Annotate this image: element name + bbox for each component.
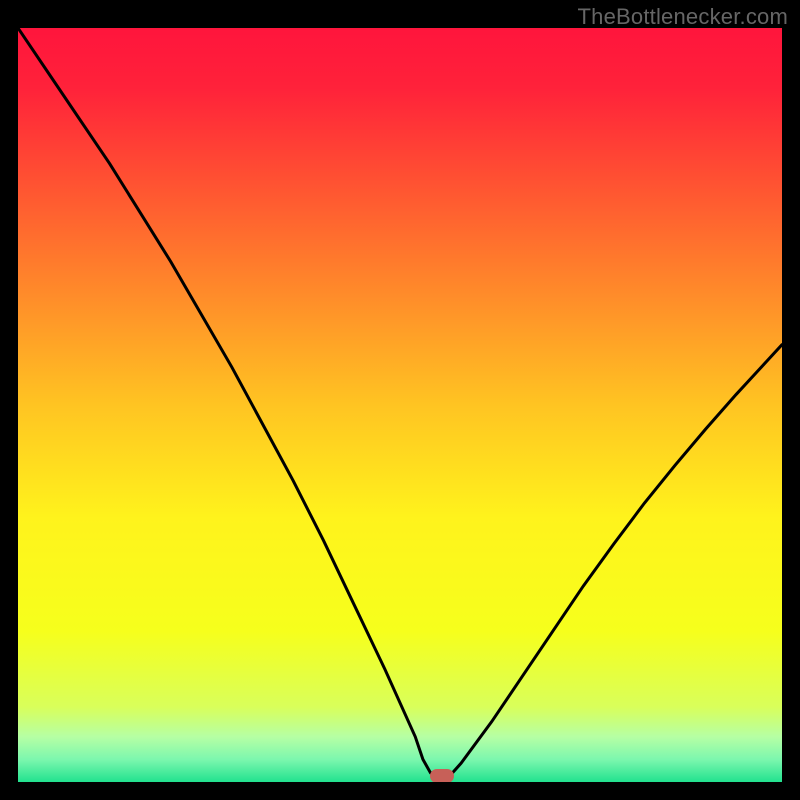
watermark-text: TheBottlenecker.com <box>578 4 788 30</box>
plot-area <box>18 28 782 782</box>
chart-svg <box>18 28 782 782</box>
gradient-background <box>18 28 782 782</box>
chart-frame: TheBottlenecker.com <box>0 0 800 800</box>
optimal-point-marker <box>430 769 454 782</box>
